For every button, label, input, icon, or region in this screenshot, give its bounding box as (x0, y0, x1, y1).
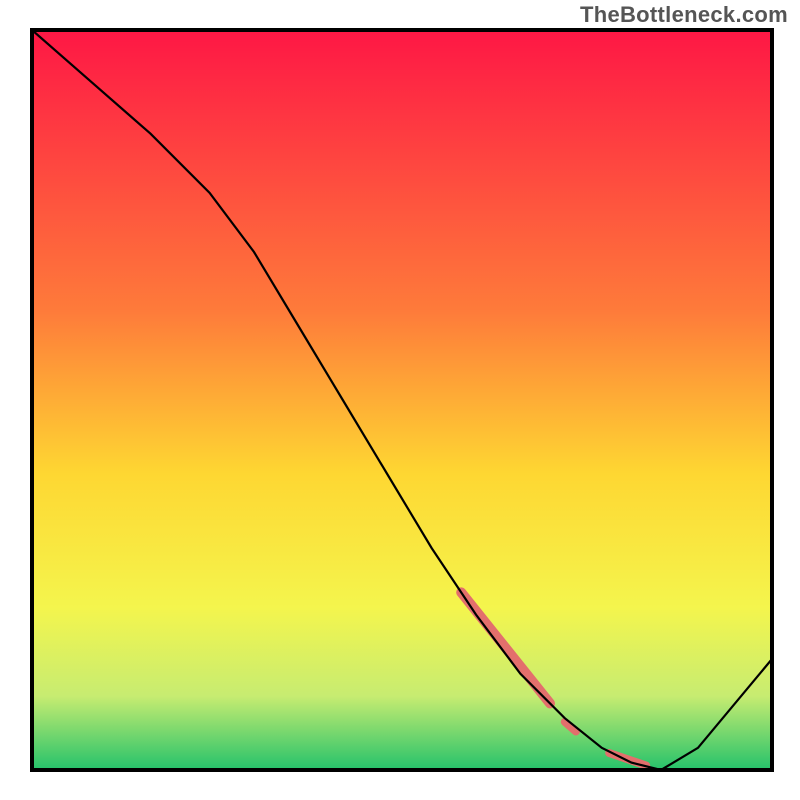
chart-container: TheBottleneck.com (0, 0, 800, 800)
bottleneck-chart (0, 0, 800, 800)
plot-background (32, 30, 772, 770)
watermark-text: TheBottleneck.com (580, 2, 788, 28)
